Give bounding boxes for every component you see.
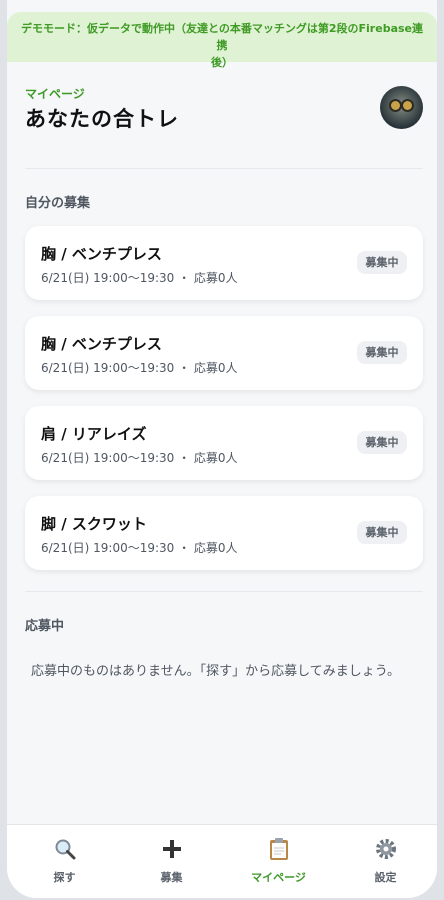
page-title: あなたの合トレ: [25, 107, 179, 131]
divider: [25, 168, 423, 169]
clipboard-icon: [225, 837, 332, 861]
post-title: 胸 / ベンチプレス: [41, 245, 162, 263]
empty-state-text: 応募中のものはありません。「探す」から応募してみましょう。: [31, 664, 400, 679]
tab-settings[interactable]: 設定: [332, 825, 437, 898]
post-meta: 6/21(日) 19:00〜19:30 ・ 応募0人: [41, 271, 238, 285]
post-meta: 6/21(日) 19:00〜19:30 ・ 応募0人: [41, 361, 238, 375]
post-card[interactable]: 胸 / ベンチプレス 6/21(日) 19:00〜19:30 ・ 応募0人 募集…: [25, 316, 423, 390]
tab-label: 探す: [53, 871, 76, 884]
bottom-tab-bar: 探す 募集 マイページ 設定: [7, 824, 437, 898]
post-title: 脚 / スクワット: [41, 515, 147, 533]
app-screen: デモモード：仮データで動作中（友達との本番マッチングは第2段のFirebase連…: [7, 0, 437, 898]
page-subtitle: マイページ: [25, 87, 85, 101]
banner-line-1: デモモード：仮データで動作中（友達との本番マッチングは第2段のFirebase連…: [20, 22, 424, 52]
tab-post[interactable]: 募集: [118, 825, 225, 898]
tab-label: 設定: [374, 871, 397, 884]
post-title: 肩 / リアレイズ: [41, 425, 147, 443]
post-card[interactable]: 胸 / ベンチプレス 6/21(日) 19:00〜19:30 ・ 応募0人 募集…: [25, 226, 423, 300]
demo-mode-banner: デモモード：仮データで動作中（友達との本番マッチングは第2段のFirebase連…: [7, 12, 437, 69]
post-title: 胸 / ベンチプレス: [41, 335, 162, 353]
divider: [25, 591, 423, 592]
tab-label: 募集: [160, 871, 183, 884]
gear-icon: [332, 837, 437, 861]
post-meta: 6/21(日) 19:00〜19:30 ・ 応募0人: [41, 451, 238, 465]
tab-mypage[interactable]: マイページ: [225, 825, 332, 898]
my-posts-heading: 自分の募集: [25, 196, 91, 211]
post-card[interactable]: 脚 / スクワット 6/21(日) 19:00〜19:30 ・ 応募0人 募集中: [25, 496, 423, 570]
avatar[interactable]: [380, 86, 423, 129]
plus-icon: [118, 837, 225, 861]
status-badge: 募集中: [357, 431, 407, 454]
tab-label: マイページ: [251, 871, 306, 884]
tab-search[interactable]: 探す: [11, 825, 118, 898]
status-badge: 募集中: [357, 521, 407, 544]
post-card[interactable]: 肩 / リアレイズ 6/21(日) 19:00〜19:30 ・ 応募0人 募集中: [25, 406, 423, 480]
banner-line-2: 後）: [211, 56, 233, 69]
applying-heading: 応募中: [25, 619, 65, 634]
status-badge: 募集中: [357, 251, 407, 274]
status-badge: 募集中: [357, 341, 407, 364]
search-icon: [11, 837, 118, 861]
post-meta: 6/21(日) 19:00〜19:30 ・ 応募0人: [41, 541, 238, 555]
